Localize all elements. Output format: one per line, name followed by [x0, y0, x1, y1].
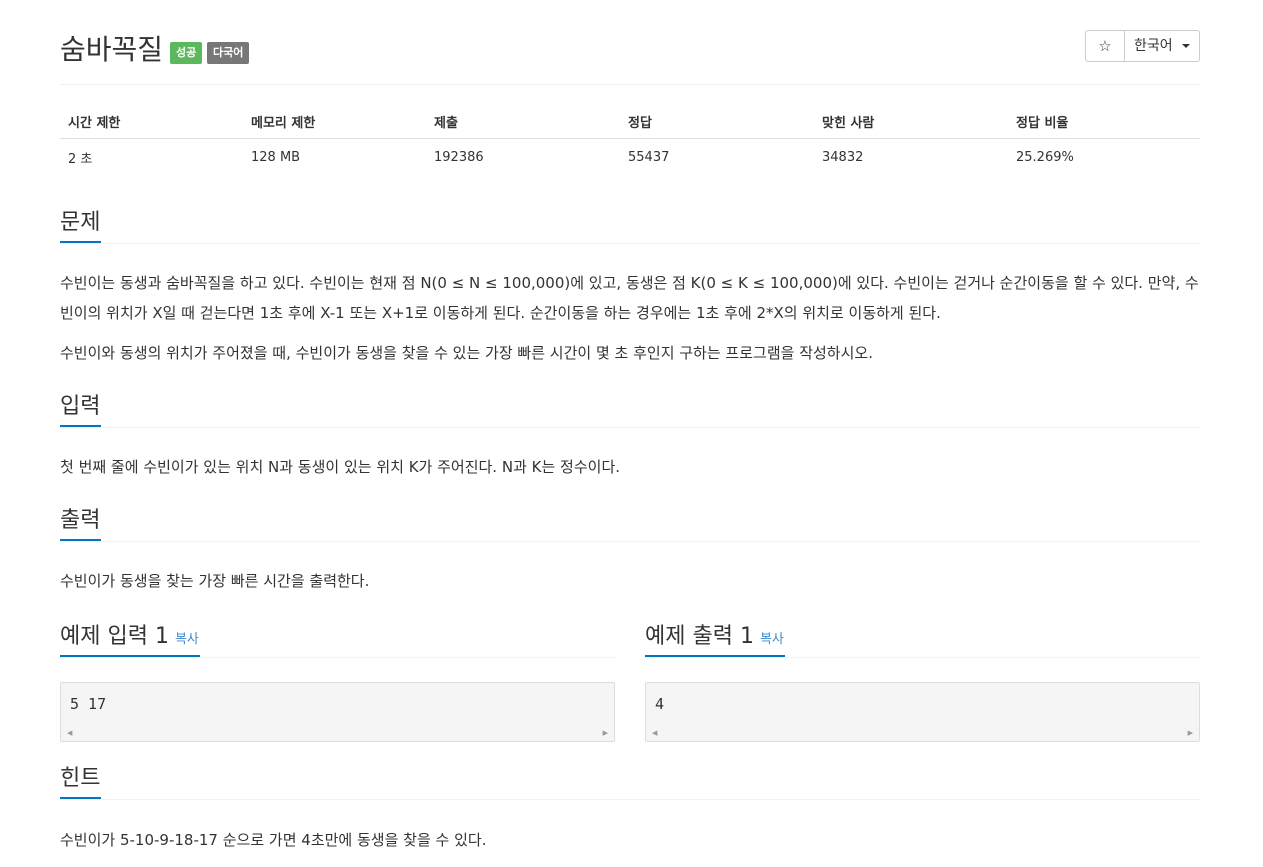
header-submissions: 제출 [426, 104, 620, 139]
sample-output-title: 예제 출력 1 [645, 624, 754, 649]
scroll-right-icon[interactable]: ▶ [603, 729, 608, 737]
success-badge: 성공 [170, 42, 203, 64]
language-label: 한국어 [1134, 38, 1173, 54]
sample-output-heading: 예제 출력 1 복사 [645, 622, 785, 657]
output-title: 출력 [60, 506, 102, 541]
submissions-value: 192386 [434, 149, 484, 165]
header-accuracy: 정답 비율 [1008, 104, 1200, 139]
info-table-header-row: 시간 제한 메모리 제한 제출 정답 맞힌 사람 정답 비율 [60, 104, 1200, 139]
description-section-header: 문제 [60, 208, 1200, 244]
info-table-row: 2 초 128 MB 192386 55437 34832 25.269% [60, 139, 1200, 176]
description-paragraph-1: 수빈이는 동생과 숨바꼭질을 하고 있다. 수빈이는 현재 점 N(0 ≤ N … [60, 274, 1199, 322]
accuracy-value: 25.269% [1016, 149, 1074, 165]
description-title: 문제 [60, 208, 102, 243]
problem-info-table: 시간 제한 메모리 제한 제출 정답 맞힌 사람 정답 비율 2 초 128 M… [60, 104, 1200, 175]
problem-title: 숨바꼭질 [60, 33, 164, 66]
horizontal-scrollbar[interactable]: ◀ ▶ [646, 727, 1199, 741]
header-solved-users: 맞힌 사람 [814, 104, 1008, 139]
description-paragraph-2: 수빈이와 동생의 위치가 주어졌을 때, 수빈이가 동생을 찾을 수 있는 가장… [60, 344, 873, 362]
input-section-header: 입력 [60, 392, 1200, 428]
solved-users-value: 34832 [822, 149, 864, 165]
sample-input-title: 예제 입력 1 [60, 624, 169, 649]
copy-sample-output-button[interactable]: 복사 [760, 632, 784, 647]
header-memory-limit: 메모리 제한 [243, 104, 426, 139]
horizontal-scrollbar[interactable]: ◀ ▶ [61, 727, 614, 741]
sample-output-code: 4 [655, 695, 665, 713]
caret-down-icon [1182, 44, 1190, 48]
time-limit-value: 2 초 [68, 151, 93, 167]
language-dropdown[interactable]: 한국어 [1125, 31, 1199, 61]
output-description: 수빈이가 동생을 찾는 가장 빠른 시간을 출력한다. [60, 572, 370, 590]
scroll-right-icon[interactable]: ▶ [1188, 729, 1193, 737]
scroll-left-icon[interactable]: ◀ [67, 729, 72, 737]
problem-header: 숨바꼭질 성공 다국어 ☆ 한국어 [60, 26, 1200, 85]
header-accepted: 정답 [620, 104, 814, 139]
accepted-value: 55437 [628, 149, 670, 165]
sample-input-box[interactable]: 5 17 ◀ ▶ [60, 682, 615, 742]
input-description: 첫 번째 줄에 수빈이가 있는 위치 N과 동생이 있는 위치 K가 주어진다.… [60, 458, 621, 476]
star-icon[interactable]: ☆ [1086, 31, 1125, 61]
sample-input-section-header: 예제 입력 1 복사 [60, 622, 615, 658]
hint-section-header: 힌트 [60, 764, 1200, 800]
hint-title: 힌트 [60, 764, 102, 799]
memory-limit-value: 128 MB [251, 149, 301, 165]
header-time-limit: 시간 제한 [60, 104, 243, 139]
copy-sample-input-button[interactable]: 복사 [175, 632, 199, 647]
hint-text: 수빈이가 5-10-9-18-17 순으로 가면 4초만에 동생을 찾을 수 있… [60, 831, 487, 849]
language-button-group: ☆ 한국어 [1085, 30, 1200, 62]
sample-input-code: 5 17 [70, 695, 107, 713]
sample-input-heading: 예제 입력 1 복사 [60, 622, 200, 657]
output-section-header: 출력 [60, 506, 1200, 542]
multilang-badge[interactable]: 다국어 [207, 42, 250, 64]
input-title: 입력 [60, 392, 102, 427]
sample-output-section-header: 예제 출력 1 복사 [645, 622, 1200, 658]
scroll-left-icon[interactable]: ◀ [652, 729, 657, 737]
sample-output-box[interactable]: 4 ◀ ▶ [645, 682, 1200, 742]
